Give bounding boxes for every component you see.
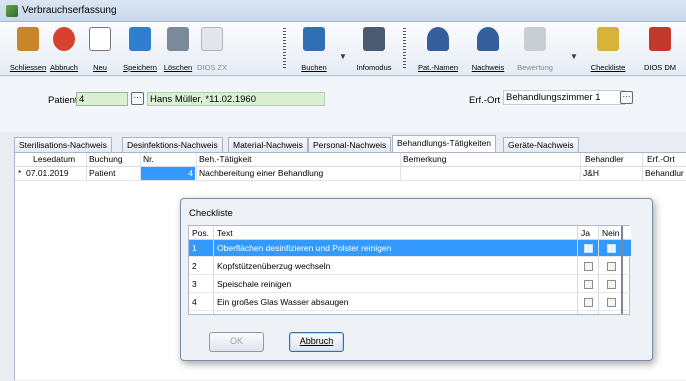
checklist-row[interactable]: 4 Ein großes Glas Wasser absaugen — [189, 294, 631, 311]
checklist-pos: 2 — [192, 261, 197, 271]
nein-checkbox[interactable] — [607, 298, 616, 307]
ja-checkbox[interactable] — [584, 280, 593, 289]
column-header-bemerkung[interactable]: Bemerkung — [401, 153, 521, 166]
patient-name-field: Hans Müller, *11.02.1960 — [147, 92, 325, 106]
column-divider — [86, 153, 87, 181]
person-proof-icon — [477, 27, 499, 51]
cancel-icon — [53, 27, 75, 51]
tab-sterilisations-nachweis[interactable]: Sterilisations-Nachweis — [14, 137, 112, 152]
ja-checkbox[interactable] — [584, 298, 593, 307]
window-title: Verbrauchserfassung — [22, 5, 117, 16]
column-divider — [196, 153, 197, 181]
app-icon — [6, 5, 18, 17]
exit-door-icon — [17, 27, 39, 51]
patient-lookup-button[interactable]: ··· — [131, 92, 144, 105]
erfort-lookup-button[interactable]: ··· — [620, 91, 633, 104]
cell-lesedatum[interactable]: 07.01.2019 — [24, 167, 86, 180]
patient-label: Patient — [48, 95, 78, 106]
checklist-text: Oberflächen desinfizieren und Polster re… — [217, 243, 392, 253]
column-header-nr[interactable]: Nr. — [141, 153, 181, 166]
column-divider — [577, 226, 578, 314]
checklist-table: Pos. Text Ja Nein 1 Oberflächen desinfiz… — [188, 225, 631, 315]
tab-personal-nachweis[interactable]: Personal-Nachweis — [308, 137, 392, 152]
column-divider — [213, 226, 214, 314]
dios-dm-icon — [649, 27, 671, 51]
ok-button[interactable]: OK — [209, 332, 264, 352]
title-bar: Verbrauchserfassung — [0, 0, 686, 22]
cell-buchung[interactable]: Patient — [87, 167, 139, 180]
bewertung-dropdown-arrow-icon[interactable]: ▼ — [570, 52, 578, 61]
column-header-behandler[interactable]: Behandler — [583, 153, 639, 166]
column-divider — [140, 153, 141, 181]
tab-behandlungs-taetigkeiten[interactable]: Behandlungs-Tätigkeiten — [392, 135, 497, 152]
toolbar: Schliessen Abbruch Neu Speichern Löschen… — [0, 22, 686, 76]
ja-checkbox[interactable] — [584, 244, 593, 253]
dialog-title: Checkliste — [189, 208, 233, 219]
nein-checkbox[interactable] — [607, 280, 616, 289]
rating-chart-icon — [524, 27, 546, 51]
column-divider — [621, 226, 623, 314]
checklist-pos: 1 — [192, 243, 197, 253]
checklist-header-row: Pos. Text Ja Nein — [189, 226, 631, 240]
cell-behandler[interactable]: J&H — [581, 167, 641, 180]
patient-form: Patient 4 ··· Hans Müller, *11.02.1960 E… — [0, 77, 686, 132]
column-header-beh-taetigkeit[interactable]: Beh.-Tätigkeit — [197, 153, 347, 166]
column-header-erf-ort[interactable]: Erf.-Ort — [645, 153, 686, 166]
nachweis-button[interactable]: Nachweis — [468, 25, 508, 73]
checklist-row[interactable]: 2 Kopfstützenüberzug wechseln — [189, 258, 631, 275]
column-header-nein: Nein — [602, 228, 620, 238]
buchen-dropdown-arrow-icon[interactable]: ▼ — [339, 52, 347, 61]
dios-zx-button[interactable]: DIOS ZX — [192, 25, 232, 73]
tab-material-nachweis[interactable]: Material-Nachweis — [228, 137, 308, 152]
checklist-pos: 3 — [192, 279, 197, 289]
column-header-lesedatum[interactable]: Lesedatum — [31, 153, 85, 166]
infomodus-button[interactable]: Infomodus — [354, 25, 394, 73]
checklist-text: Speischale reinigen — [217, 279, 292, 289]
save-icon — [129, 27, 151, 51]
checkliste-button[interactable]: Checkliste — [588, 25, 628, 73]
column-header-ja: Ja — [581, 228, 590, 238]
table-row[interactable]: * 07.01.2019 Patient 4 Nachbereitung ein… — [15, 167, 686, 181]
column-divider — [642, 153, 643, 181]
tab-geraete-nachweis[interactable]: Geräte-Nachweis — [503, 137, 579, 152]
checkliste-dialog: Checkliste Pos. Text Ja Nein 1 Oberfläch… — [180, 198, 653, 361]
dios-dm-button[interactable]: DIOS DM — [640, 25, 680, 73]
buchen-button[interactable]: Buchen — [294, 25, 334, 73]
info-device-icon — [363, 27, 385, 51]
column-header-pos: Pos. — [192, 228, 210, 238]
book-icon — [303, 27, 325, 51]
column-divider — [598, 226, 599, 314]
nein-checkbox[interactable] — [607, 244, 616, 253]
cell-nr[interactable]: 4 — [141, 167, 195, 180]
column-header-text: Text — [217, 228, 233, 238]
erfort-field[interactable]: Behandlungszimmer 1 — [503, 90, 625, 105]
column-header-buchung[interactable]: Buchung — [87, 153, 133, 166]
tab-desinfektions-nachweis[interactable]: Desinfektions-Nachweis — [122, 137, 223, 152]
bewertung-button[interactable]: Bewertung — [515, 25, 555, 73]
pat-namen-button[interactable]: Pat.-Namen — [418, 25, 458, 73]
erfort-label: Erf.-Ort — [469, 95, 501, 106]
checklist-text: Kopfstützenüberzug wechseln — [217, 261, 331, 271]
checklist-text: Ein großes Glas Wasser absaugen — [217, 297, 349, 307]
toolbar-separator — [283, 28, 286, 70]
dios-zx-logo-icon — [201, 27, 223, 51]
delete-icon — [167, 27, 189, 51]
toolbar-separator — [403, 28, 406, 70]
checklist-row[interactable]: 1 Oberflächen desinfizieren und Polster … — [189, 240, 631, 257]
nein-checkbox[interactable] — [607, 262, 616, 271]
cell-bemerkung[interactable] — [401, 167, 577, 180]
cell-erf-ort[interactable]: Behandlur — [643, 167, 686, 180]
patient-names-icon — [427, 27, 449, 51]
new-document-icon — [89, 27, 111, 51]
patient-id-field[interactable]: 4 — [76, 92, 128, 106]
cell-beh-taetigkeit[interactable]: Nachbereitung einer Behandlung — [197, 167, 397, 180]
ja-checkbox[interactable] — [584, 262, 593, 271]
table-header-row: Lesedatum Buchung Nr. Beh.-Tätigkeit Bem… — [15, 153, 686, 167]
checklist-icon — [597, 27, 619, 51]
abbruch-dialog-button[interactable]: Abbruch — [289, 332, 344, 352]
column-divider — [580, 153, 581, 181]
checklist-pos: 4 — [192, 297, 197, 307]
checklist-row[interactable]: 3 Speischale reinigen — [189, 276, 631, 293]
column-divider — [400, 153, 401, 181]
